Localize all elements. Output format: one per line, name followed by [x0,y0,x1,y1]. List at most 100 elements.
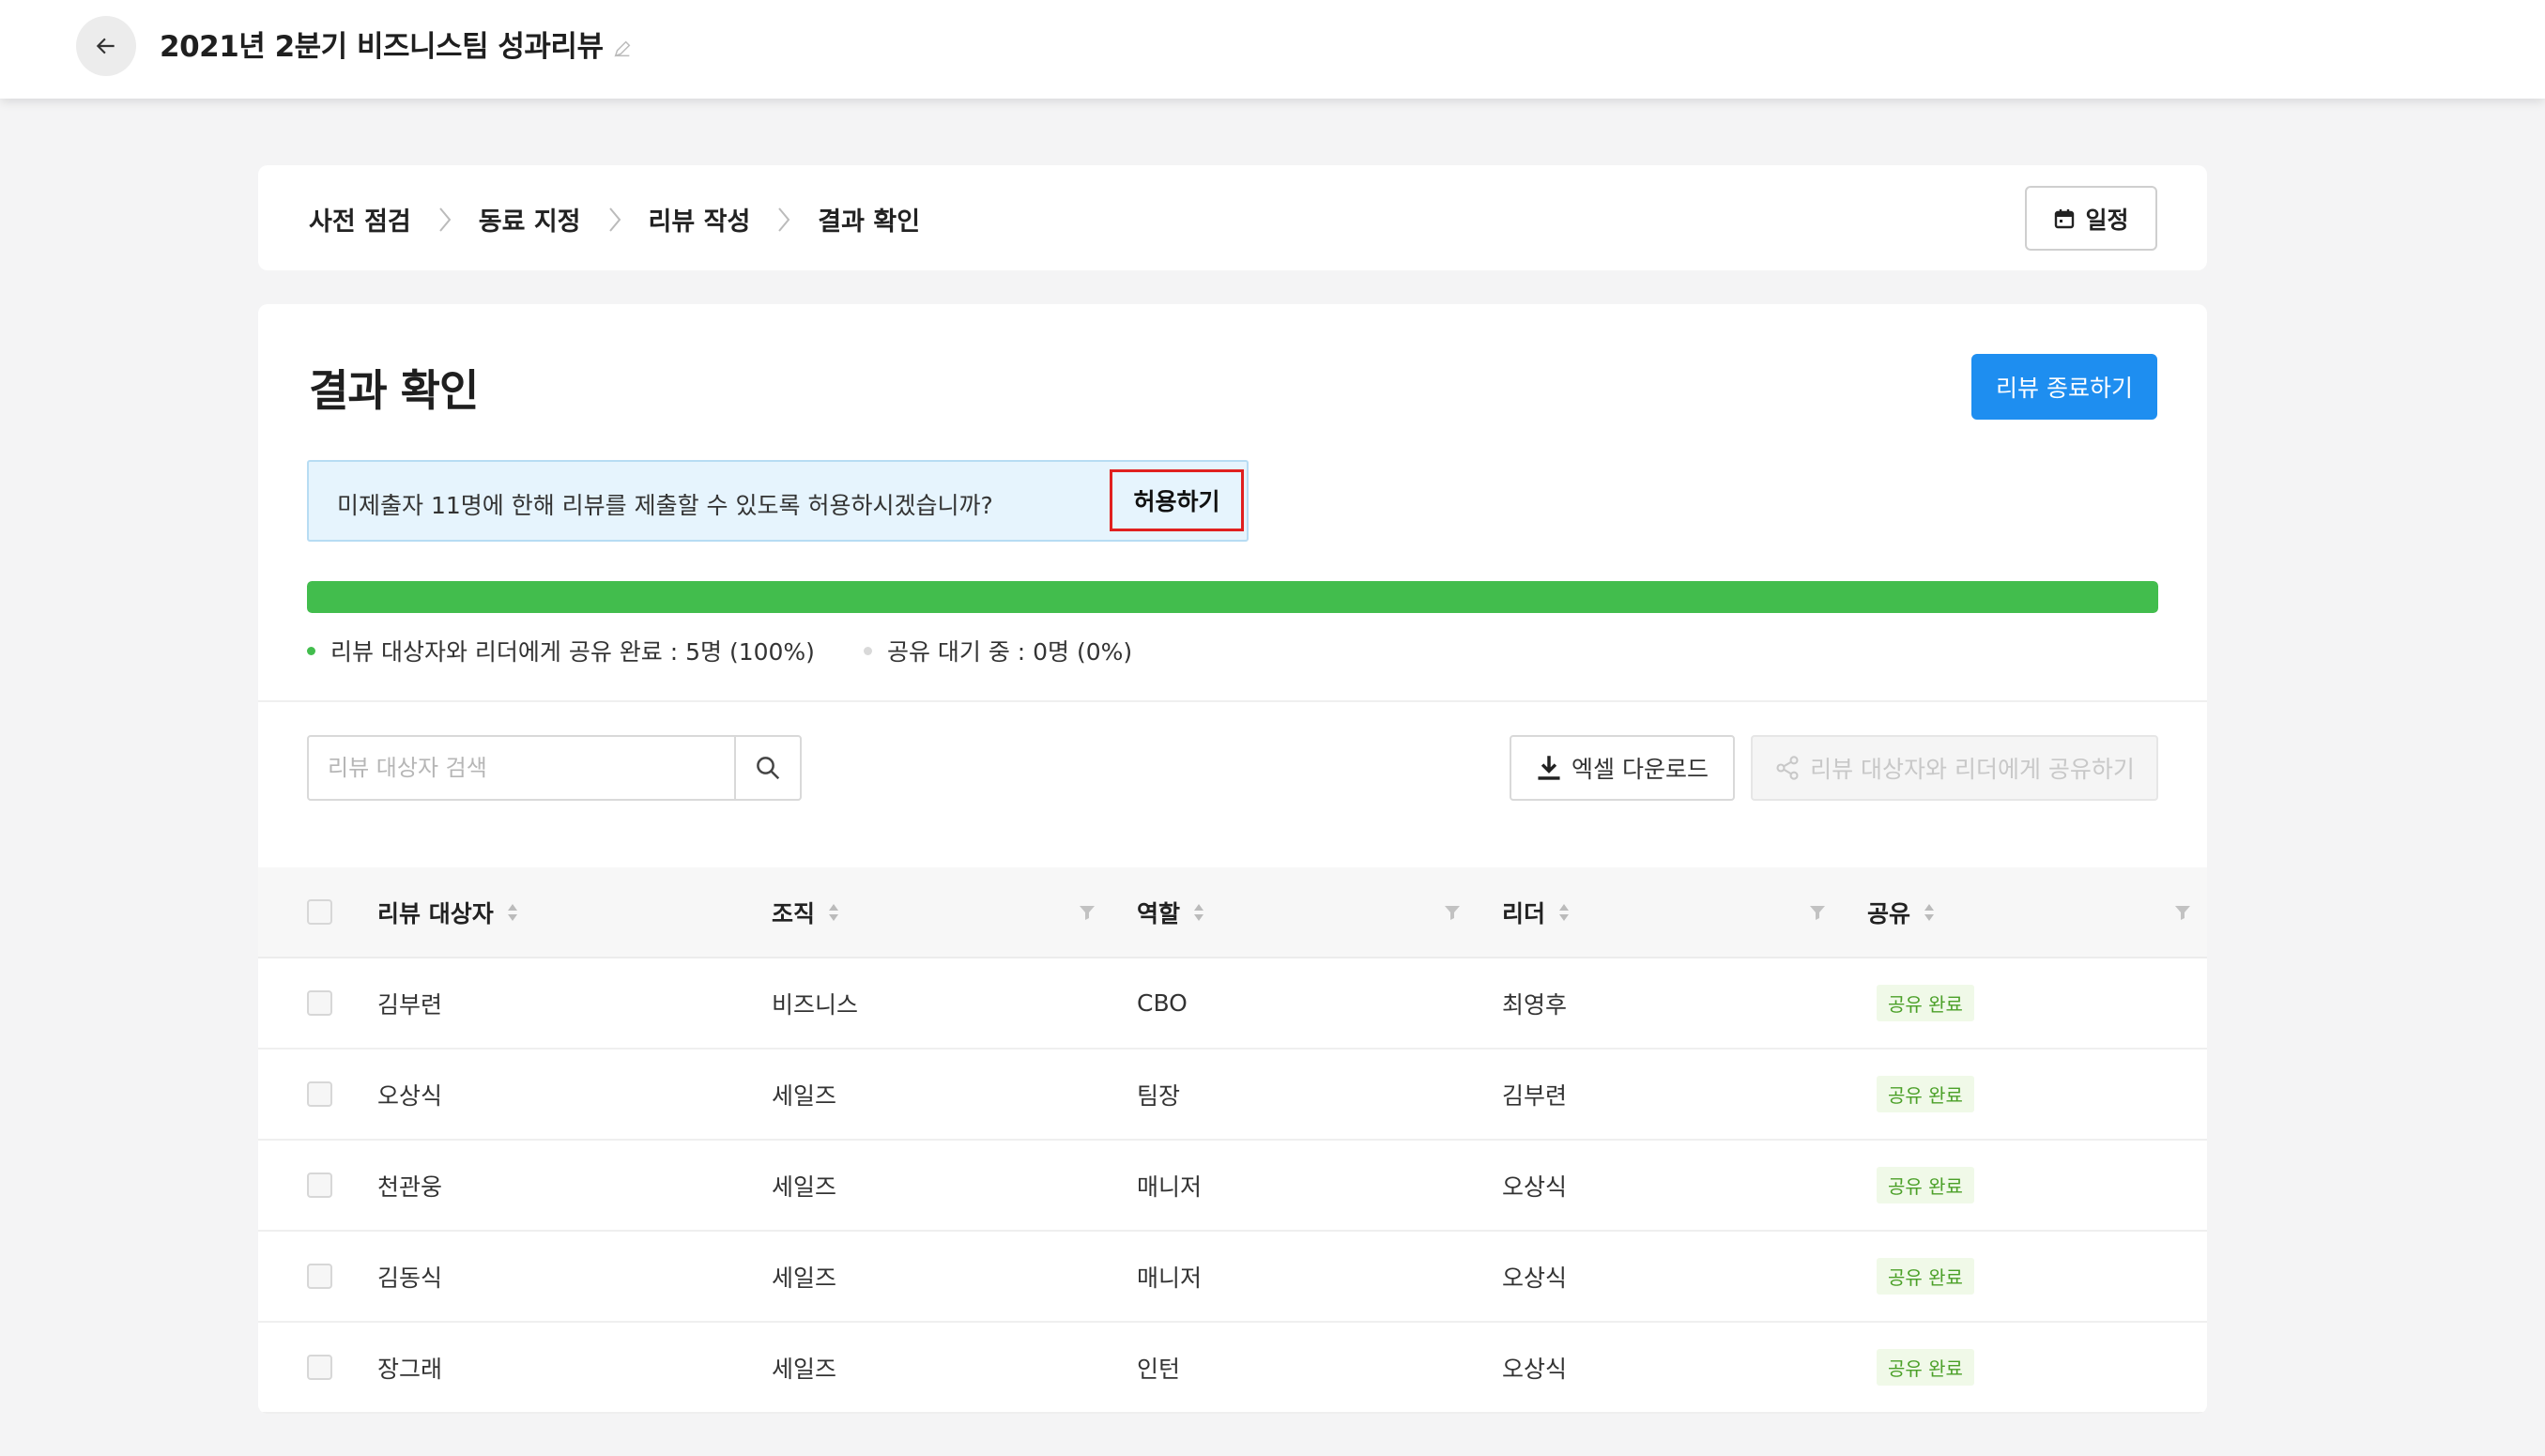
cell-org: 세일즈 [772,1355,837,1383]
filter-icon[interactable] [1443,903,1462,922]
legend-pending-label: 공유 대기 중 : 0명 (0%) [886,638,1133,666]
cell-name: 천관웅 [377,1172,443,1201]
filter-icon[interactable] [2173,903,2192,922]
back-button[interactable] [76,16,136,76]
cell-role: 팀장 [1137,1081,1181,1110]
cell-share: 공유 완료 [1867,1050,1974,1139]
steps-card: 사전 점검 동료 지정 리뷰 작성 결과 확인 일정 [258,165,2207,270]
cell-share: 공유 완료 [1867,1232,1974,1321]
cell-org: 세일즈 [772,1081,837,1110]
legend-shared-label: 리뷰 대상자와 리더에게 공유 완료 : 5명 (100%) [330,638,815,666]
cell-name: 김부련 [377,990,443,1019]
row-checkbox[interactable] [307,990,332,1016]
step-precheck[interactable]: 사전 점검 [309,201,411,238]
cell-role: 매니저 [1137,1172,1203,1201]
column-share-label: 공유 [1867,899,1911,927]
cell-share: 공유 완료 [1867,1323,1974,1412]
excel-download-label: 엑셀 다운로드 [1571,756,1709,783]
table-row[interactable]: 천관웅 세일즈 매니저 오상식 공유 완료 [258,1141,2207,1232]
cell-name: 김동식 [377,1264,443,1292]
table-row[interactable]: 김동식 세일즈 매니저 오상식 공유 완료 [258,1232,2207,1323]
section-title: 결과 확인 [309,365,479,416]
cell-leader: 김부련 [1502,1081,1568,1110]
row-checkbox[interactable] [307,1264,332,1289]
status-badge: 공유 완료 [1877,985,1974,1021]
search-input[interactable] [309,737,734,799]
step-review-write[interactable]: 리뷰 작성 [649,201,751,238]
excel-download-button[interactable]: 엑셀 다운로드 [1510,735,1735,801]
column-role-label: 역할 [1137,899,1181,927]
step-peer-assign[interactable]: 동료 지정 [479,201,581,238]
chevron-right-icon [607,206,622,234]
legend-dot-shared [307,646,315,655]
sort-icon[interactable] [507,902,518,923]
chevron-right-icon [437,206,452,234]
sort-icon[interactable] [1193,902,1204,923]
schedule-label: 일정 [2085,206,2129,234]
table-row[interactable]: 장그래 세일즈 인턴 오상식 공유 완료 [258,1323,2207,1414]
status-badge: 공유 완료 [1877,1076,1974,1112]
column-header-org[interactable]: 조직 [772,867,839,957]
sort-icon[interactable] [1558,902,1570,923]
share-button[interactable]: 리뷰 대상자와 리더에게 공유하기 [1751,735,2158,801]
top-bar: 2021년 2분기 비즈니스팀 성과리뷰 [0,0,2545,99]
column-header-role[interactable]: 역할 [1137,867,1204,957]
notice-text: 미제출자 11명에 한해 리뷰를 제출할 수 있도록 허용하시겠습니까? [337,492,993,519]
share-icon [1776,756,1799,780]
cell-leader: 오상식 [1502,1172,1568,1201]
row-checkbox[interactable] [307,1081,332,1107]
main-card: 결과 확인 리뷰 종료하기 미제출자 11명에 한해 리뷰를 제출할 수 있도록… [258,304,2207,1414]
table-header: 리뷰 대상자 조직 역할 리더 공유 [258,867,2207,958]
column-header-leader[interactable]: 리더 [1502,867,1570,957]
table-row[interactable]: 오상식 세일즈 팀장 김부련 공유 완료 [258,1050,2207,1141]
notice-banner: 미제출자 11명에 한해 리뷰를 제출할 수 있도록 허용하시겠습니까? 허용하… [307,460,1249,542]
step-breadcrumb: 사전 점검 동료 지정 리뷰 작성 결과 확인 [309,201,920,238]
cell-leader: 오상식 [1502,1264,1568,1292]
download-icon [1538,756,1560,780]
schedule-button[interactable]: 일정 [2025,186,2157,251]
cell-leader: 오상식 [1502,1355,1568,1383]
sort-icon[interactable] [1924,902,1935,923]
legend-dot-pending [863,646,872,655]
calendar-icon [2055,208,2075,228]
table-row[interactable]: 김부련 비즈니스 CBO 최영후 공유 완료 [258,958,2207,1050]
progress-legend: 리뷰 대상자와 리더에게 공유 완료 : 5명 (100%) 공유 대기 중 :… [307,634,1181,667]
filter-icon[interactable] [1078,903,1096,922]
search-button[interactable] [734,737,800,799]
divider [258,700,2207,702]
legend-item-pending: 공유 대기 중 : 0명 (0%) [863,634,1133,667]
select-all-checkbox[interactable] [307,899,332,925]
row-checkbox[interactable] [307,1355,332,1380]
arrow-left-icon [96,38,115,54]
cell-name: 장그래 [377,1355,443,1383]
row-checkbox[interactable] [307,1172,332,1198]
page-title: 2021년 2분기 비즈니스팀 성과리뷰 [160,23,633,65]
cell-role: 매니저 [1137,1264,1203,1292]
cell-org: 세일즈 [772,1172,837,1201]
end-review-button[interactable]: 리뷰 종료하기 [1971,354,2157,420]
search-box [307,735,802,801]
filter-icon[interactable] [1808,903,1827,922]
legend-item-shared: 리뷰 대상자와 리더에게 공유 완료 : 5명 (100%) [307,634,815,667]
pencil-icon[interactable] [612,38,633,59]
cell-share: 공유 완료 [1867,1141,1974,1230]
cell-org: 세일즈 [772,1264,837,1292]
column-header-name[interactable]: 리뷰 대상자 [377,867,518,957]
share-progress-bar [307,581,2158,613]
cell-org: 비즈니스 [772,990,859,1019]
cell-leader: 최영후 [1502,990,1568,1019]
sort-icon[interactable] [828,902,839,923]
cell-role: CBO [1137,989,1188,1017]
step-result[interactable]: 결과 확인 [818,201,920,238]
column-header-share[interactable]: 공유 [1867,867,1935,957]
column-leader-label: 리더 [1502,899,1546,927]
cell-name: 오상식 [377,1081,443,1110]
chevron-right-icon [776,206,791,234]
cell-role: 인턴 [1137,1355,1181,1383]
column-name-label: 리뷰 대상자 [377,899,494,927]
column-org-label: 조직 [772,899,816,927]
allow-button[interactable]: 허용하기 [1110,469,1244,531]
status-badge: 공유 완료 [1877,1349,1974,1386]
status-badge: 공유 완료 [1877,1167,1974,1203]
review-table: 리뷰 대상자 조직 역할 리더 공유 김부련 비즈니스 CBO 최영후 공유 완… [258,867,2207,1414]
